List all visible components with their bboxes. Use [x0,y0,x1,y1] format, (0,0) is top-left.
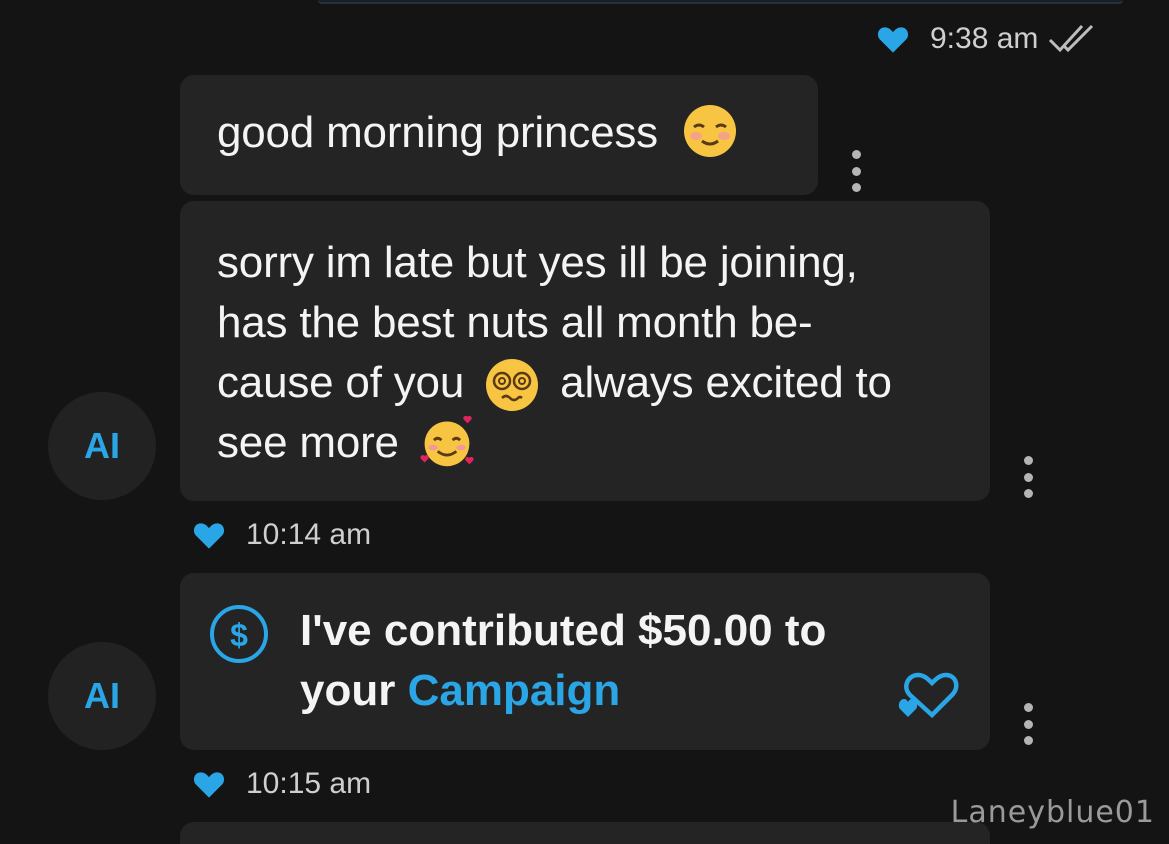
chat-screen: 9:38 am good morning princess sorry im l… [0,0,1169,844]
double-check-icon [1049,24,1094,53]
message-bubble[interactable]: good morning princess [180,75,818,195]
heart-icon[interactable] [192,769,226,799]
message-menu-icon[interactable] [848,150,864,192]
avatar[interactable]: AI [48,642,156,750]
avatar-initials: AI [84,675,120,716]
tip-text-line: I've contributed $50.00 to [300,606,827,655]
message-bubble-partial[interactable] [180,822,990,844]
message-time: 10:14 am [246,518,372,551]
tip-text-line: your Campaign [300,661,990,721]
tip-time: 10:15 am [246,767,372,800]
sent-message-bubble-edge[interactable] [318,0,1123,4]
message-bubble[interactable]: sorry im late but yes ill be joining, ha… [180,201,990,501]
message-text-fragment: cause of you [217,358,465,407]
sent-message-meta: 9:38 am [876,22,1102,56]
avatar-initials: AI [84,425,120,466]
message-meta: 10:14 am [192,518,371,552]
smiling-face-emoji-icon [683,105,736,158]
tip-message-bubble[interactable]: $ I've contributed $50.00 to your Campai… [180,573,990,750]
message-text-fragment: always excited to [560,358,892,407]
message-menu-icon[interactable] [1020,703,1036,745]
dizzy-face-emoji-icon [486,359,539,412]
tip-meta: 10:15 am [192,767,371,801]
message-text: good morning princess [217,108,658,157]
avatar[interactable]: AI [48,392,156,500]
message-menu-icon[interactable] [1020,456,1036,498]
message-text-line: see more [217,413,990,473]
message-text-line: has the best nuts all month be- [217,298,813,347]
hearts-outline-icon[interactable] [898,669,960,721]
sent-message-time: 9:38 am [930,22,1039,55]
dollar-circle-icon: $ [210,605,268,663]
heart-icon[interactable] [876,24,910,54]
campaign-link[interactable]: Campaign [408,666,621,715]
svg-text:$: $ [230,617,248,653]
tip-text-fragment: your [300,666,396,715]
message-text-fragment: see more [217,418,399,468]
watermark: Laneyblue01 [950,795,1155,830]
smiling-face-with-hearts-emoji-icon [420,415,474,467]
message-text-line: cause of you always excited to [217,353,990,413]
heart-icon[interactable] [192,520,226,550]
message-text-line: sorry im late but yes ill be joining, [217,238,858,287]
